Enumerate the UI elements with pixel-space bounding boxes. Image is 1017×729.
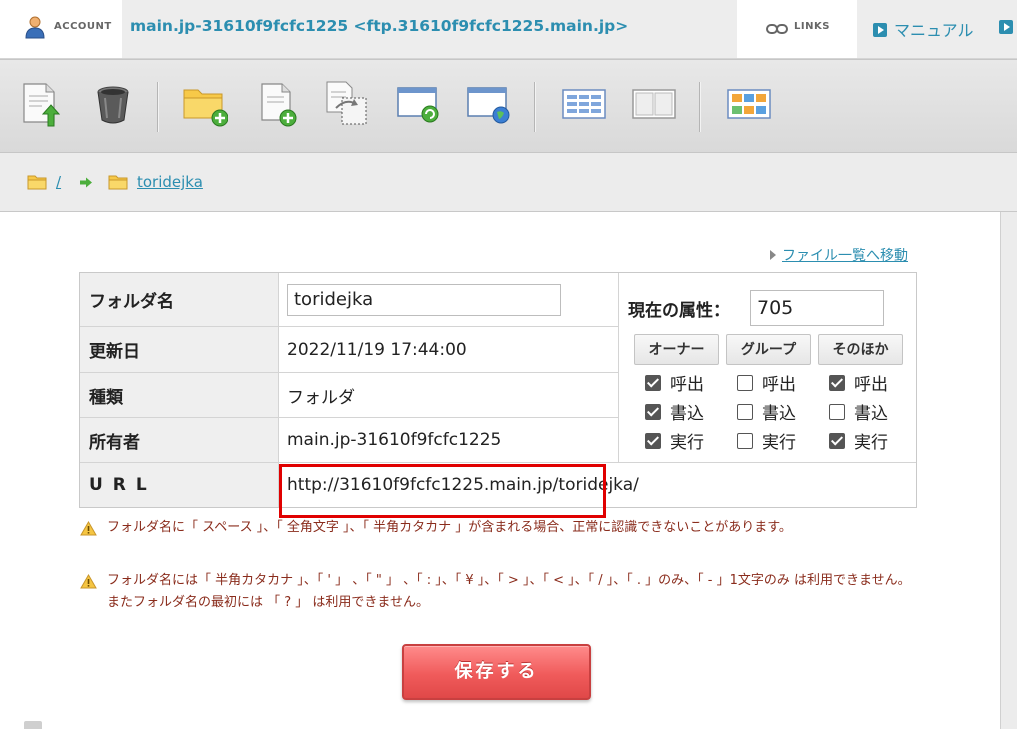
links-tab[interactable]: LINKS (737, 0, 857, 58)
perm-exec-label: 実行 (670, 433, 704, 453)
manual-label: マニュアル (894, 21, 974, 40)
warning-text: フォルダ名に「 スペース 」、「 全角文字 」、「 半角カタカナ 」が含まれる場… (107, 520, 792, 535)
top-bar: ACCOUNT main.jp-31610f9fcfc1225 <ftp.316… (0, 0, 1017, 59)
type-label: 種類 (80, 373, 279, 418)
other-exec-checkbox[interactable]: 実行 (829, 428, 888, 453)
warning-message: フォルダ名に「 スペース 」、「 全角文字 」、「 半角カタカナ 」が含まれる場… (80, 517, 920, 539)
breadcrumb: / toridejka (0, 153, 1017, 212)
checkbox-unchecked-icon (737, 374, 753, 391)
breadcrumb-root-link[interactable]: / (56, 173, 61, 191)
perm-read-label: 呼出 (670, 375, 704, 395)
warning-icon (80, 574, 97, 589)
copy-file-icon (326, 81, 367, 125)
toolbar-separator (699, 82, 701, 132)
perm-write-label: 書込 (854, 404, 888, 424)
new-folder-button[interactable] (182, 80, 229, 128)
triangle-right-icon (770, 250, 776, 260)
breadcrumb-current-link[interactable]: toridejka (137, 173, 203, 191)
copy-file-button[interactable] (324, 80, 370, 128)
owner-group-button[interactable]: オーナー (634, 334, 719, 365)
group-group-button[interactable]: グループ (726, 334, 811, 365)
checkbox-checked-icon (829, 432, 845, 449)
owner-value: main.jp-31610f9fcfc1225 (279, 418, 619, 463)
window-globe-button[interactable] (466, 80, 512, 128)
trash-icon (97, 86, 129, 124)
updated-label: 更新日 (80, 327, 279, 373)
arrow-right-icon (80, 177, 92, 188)
checkbox-checked-icon (645, 374, 661, 391)
attributes-panel: 現在の属性： オーナー グループ そのほか 呼出 書込 実行 呼出 書込 実行 … (619, 273, 916, 463)
warning-text: フォルダ名には「 半角カタカナ 」、「 ' 」 、「 " 」 、「 : 」、「 … (107, 573, 911, 610)
perm-exec-label: 実行 (854, 433, 888, 453)
toolbar-separator (157, 82, 159, 132)
perm-write-label: 書込 (762, 404, 796, 424)
upload-file-icon (23, 83, 61, 127)
perm-read-label: 呼出 (854, 375, 888, 395)
manual-link[interactable]: マニュアル (873, 17, 974, 41)
group-read-checkbox[interactable]: 呼出 (737, 370, 796, 395)
delete-button[interactable] (90, 80, 136, 128)
folder-icon (27, 175, 47, 190)
warning-message: フォルダ名には「 半角カタカナ 」、「 ' 」 、「 " 」 、「 : 」、「 … (80, 570, 920, 614)
file-list-link[interactable]: ファイル一覧へ移動 (770, 245, 908, 265)
play-icon[interactable] (999, 20, 1013, 34)
perm-write-label: 書込 (670, 404, 704, 424)
group-write-checkbox[interactable]: 書込 (737, 399, 796, 424)
account-name: main.jp-31610f9fcfc1225 <ftp.31610f9fcfc… (130, 17, 629, 35)
type-value: フォルダ (279, 373, 619, 418)
thumbnail-view-button[interactable] (726, 80, 772, 128)
warning-icon (80, 521, 97, 536)
checkbox-unchecked-icon (737, 432, 753, 449)
perm-read-label: 呼出 (762, 375, 796, 395)
folder-icon (108, 175, 128, 190)
folder-name-cell (279, 273, 619, 327)
new-file-icon (261, 83, 297, 127)
group-exec-checkbox[interactable]: 実行 (737, 428, 796, 453)
detail-view-icon (632, 89, 676, 119)
window-globe-icon (467, 87, 510, 124)
owner-write-checkbox[interactable]: 書込 (645, 399, 704, 424)
new-file-button[interactable] (254, 80, 300, 128)
toolbar-separator (534, 82, 536, 132)
checkbox-checked-icon (829, 374, 845, 391)
play-icon (873, 23, 887, 37)
checkbox-checked-icon (645, 432, 661, 449)
new-folder-icon (183, 89, 229, 127)
checkbox-unchecked-icon (737, 403, 753, 420)
window-refresh-button[interactable] (396, 80, 442, 128)
links-label: LINKS (794, 21, 830, 32)
owner-exec-checkbox[interactable]: 実行 (645, 428, 704, 453)
user-icon (25, 16, 45, 39)
page-icon (24, 721, 42, 729)
list-view-icon (562, 89, 606, 119)
list-view-button[interactable] (561, 80, 607, 128)
window-refresh-icon (397, 87, 439, 123)
detail-view-button[interactable] (631, 80, 677, 128)
owner-read-checkbox[interactable]: 呼出 (645, 370, 704, 395)
url-highlight-box (279, 464, 606, 518)
folder-name-input[interactable] (287, 283, 561, 316)
link-icon (766, 24, 788, 34)
upload-file-button[interactable] (18, 80, 64, 128)
other-group-button[interactable]: そのほか (818, 334, 903, 365)
url-label: URL (80, 463, 279, 507)
account-label: ACCOUNT (54, 21, 112, 32)
folder-name-label: フォルダ名 (80, 273, 279, 327)
checkbox-checked-icon (645, 403, 661, 420)
perm-exec-label: 実行 (762, 433, 796, 453)
attributes-input[interactable] (750, 290, 884, 326)
other-read-checkbox[interactable]: 呼出 (829, 370, 888, 395)
file-list-link-label: ファイル一覧へ移動 (782, 248, 908, 264)
toolbar (0, 59, 1017, 153)
save-button[interactable]: 保存する (402, 644, 591, 700)
scrollbar-track[interactable] (1000, 212, 1017, 729)
checkbox-unchecked-icon (829, 403, 845, 420)
attributes-label: 現在の属性： (628, 301, 730, 321)
thumbnail-view-icon (727, 89, 771, 119)
account-tab[interactable]: ACCOUNT (0, 0, 122, 58)
updated-value: 2022/11/19 17:44:00 (279, 327, 619, 373)
owner-label: 所有者 (80, 418, 279, 463)
other-write-checkbox[interactable]: 書込 (829, 399, 888, 424)
